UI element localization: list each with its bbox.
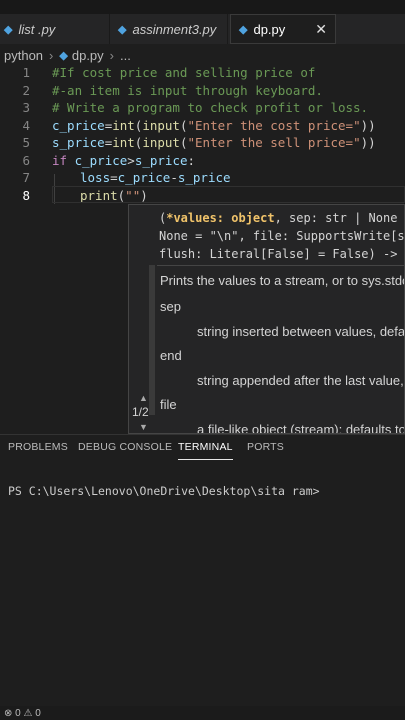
- code-line: 6 if c_price>s_price:: [0, 152, 405, 170]
- param-desc-sep: string inserted between values, defau: [197, 324, 405, 339]
- token: int: [112, 135, 135, 151]
- breadcrumb-file[interactable]: dp.py: [72, 48, 104, 63]
- token: c_price: [117, 170, 171, 186]
- code-line: 1 #If cost price and selling price of: [0, 64, 405, 82]
- code-text: s_price=int(input("Enter the sell price=…: [52, 135, 376, 150]
- line-number: 2: [22, 82, 30, 98]
- sig-line-3: flush: Literal[False] = False) -> N: [159, 247, 405, 261]
- breadcrumb: python › ◆ dp.py › ...: [0, 44, 405, 66]
- close-icon[interactable]: ✕: [315, 21, 327, 38]
- code-text: #-an item is input through keyboard.: [52, 82, 323, 98]
- code-line: 5 s_price=int(input("Enter the sell pric…: [0, 134, 405, 152]
- code-text: if c_price>s_price:: [52, 153, 195, 168]
- param-desc-end: string appended after the last value,: [197, 373, 404, 388]
- line-number: 8: [22, 187, 30, 203]
- token: loss: [80, 170, 111, 186]
- line-number: 5: [22, 135, 30, 151]
- python-file-icon: ◆: [118, 23, 127, 36]
- tab-assinment3-py[interactable]: ◆ assinment3.py: [110, 14, 228, 44]
- code-line: 4 c_price=int(input("Enter the cost pric…: [0, 117, 405, 135]
- python-file-icon: ◆: [239, 23, 248, 36]
- token: s_price: [134, 152, 188, 168]
- token: (: [179, 117, 188, 133]
- token: "Enter the sell price=": [187, 135, 361, 151]
- current-line-highlight: [52, 186, 405, 203]
- token: )): [360, 117, 376, 133]
- signature-text: (*values: object, sep: str | None = None…: [159, 209, 405, 263]
- sig-line-2: None = "\n", file: SupportsWrite[st: [159, 229, 405, 243]
- token: if: [52, 152, 68, 168]
- token: (: [179, 135, 188, 151]
- line-number: 4: [22, 117, 30, 133]
- token: "Enter the cost price=": [187, 117, 361, 133]
- tab-ports[interactable]: PORTS: [247, 435, 284, 459]
- chevron-down-icon[interactable]: ▼: [139, 422, 148, 432]
- title-strip: [0, 0, 405, 14]
- tab-dp-py[interactable]: ◆ dp.py ✕: [230, 14, 336, 44]
- param-name-sep: sep: [160, 299, 181, 314]
- panel-tab-bar: PROBLEMS DEBUG CONSOLE TERMINAL PORTS: [0, 434, 405, 460]
- signature-help-popup[interactable]: (*values: object, sep: str | None = None…: [128, 204, 405, 434]
- token: s_price: [177, 170, 231, 186]
- line-number: 1: [22, 65, 30, 81]
- status-bar: ⊗ 0 ⚠ 0: [0, 706, 405, 720]
- tab-terminal[interactable]: TERMINAL: [178, 435, 233, 460]
- breadcrumb-separator: ›: [49, 47, 54, 63]
- sig-rest: , sep: str | None =: [274, 211, 405, 225]
- param-name-end: end: [160, 348, 182, 363]
- tab-problems[interactable]: PROBLEMS: [8, 435, 68, 459]
- token: >: [127, 152, 135, 168]
- token: c_price: [52, 117, 105, 133]
- line-number: 7: [22, 170, 30, 186]
- token: input: [142, 135, 180, 151]
- token: int: [112, 117, 135, 133]
- token: -: [170, 170, 178, 186]
- code-text: c_price=int(input("Enter the cost price=…: [52, 118, 376, 133]
- code-line: 7 loss=c_price-s_price: [0, 169, 405, 187]
- breadcrumb-more[interactable]: ...: [120, 48, 131, 63]
- code-line: 3 # Write a program to check profit or l…: [0, 99, 405, 117]
- doc-description: Prints the values to a stream, or to sys…: [160, 273, 405, 288]
- chevron-up-icon[interactable]: ▲: [139, 393, 148, 403]
- line-number: 6: [22, 152, 30, 168]
- python-file-icon: ◆: [4, 23, 13, 36]
- param-desc-file: a file-like object (stream); defaults to: [197, 422, 405, 434]
- tab-label: list .py: [18, 21, 56, 37]
- terminal-prompt: PS C:\Users\Lenovo\OneDrive\Desktop\sita…: [8, 484, 320, 498]
- code-text: loss=c_price-s_price: [80, 170, 231, 185]
- code-text: #If cost price and selling price of: [52, 65, 316, 81]
- breadcrumb-separator: ›: [109, 47, 115, 63]
- code-line: 2 #-an item is input through keyboard.: [0, 82, 405, 100]
- popup-divider: [157, 265, 404, 266]
- token: c_price: [67, 152, 128, 168]
- editor-tab-bar: ◆ list .py ◆ assinment3.py ◆ dp.py ✕: [0, 14, 405, 44]
- problems-count[interactable]: ⊗ 0 ⚠ 0: [4, 708, 41, 719]
- breadcrumb-folder[interactable]: python: [4, 48, 43, 63]
- param-name-file: file: [160, 397, 177, 412]
- overload-counter: 1/2: [132, 405, 149, 419]
- token: s_price: [52, 135, 105, 151]
- terminal-panel[interactable]: PS C:\Users\Lenovo\OneDrive\Desktop\sita…: [0, 460, 405, 706]
- token: :: [187, 152, 196, 168]
- token: =: [110, 170, 118, 186]
- code-text: # Write a program to check profit or los…: [52, 100, 369, 116]
- tab-list-py[interactable]: ◆ list .py: [0, 14, 110, 44]
- popup-scrollbar[interactable]: [149, 265, 155, 415]
- token: )): [360, 135, 376, 151]
- active-parameter: *values: object: [166, 211, 275, 225]
- line-number: 3: [22, 100, 30, 116]
- tab-debug-console[interactable]: DEBUG CONSOLE: [78, 435, 172, 459]
- code-editor[interactable]: 1 #If cost price and selling price of 2 …: [0, 64, 405, 204]
- token: input: [142, 117, 180, 133]
- python-file-icon: ◆: [59, 49, 68, 62]
- tab-label: assinment3.py: [132, 21, 217, 37]
- tab-label: dp.py: [253, 21, 286, 37]
